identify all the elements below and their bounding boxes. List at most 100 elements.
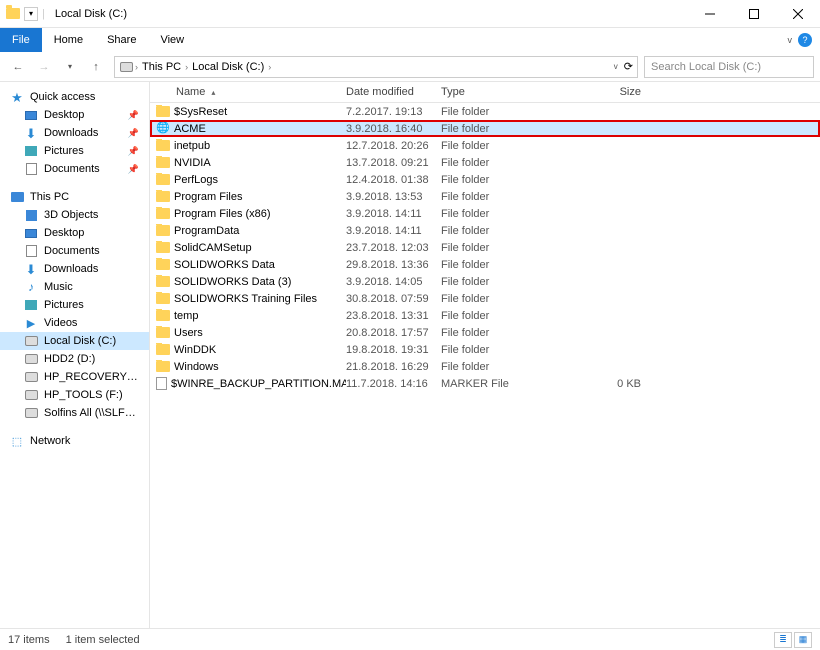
doc-icon xyxy=(24,244,38,258)
file-row[interactable]: SolidCAMSetup23.7.2018. 12:03File folder xyxy=(150,239,820,256)
column-name[interactable]: Name ▴ xyxy=(156,86,346,98)
file-type: File folder xyxy=(441,344,591,356)
minimize-button[interactable] xyxy=(688,0,732,28)
sidebar-item[interactable]: HP_TOOLS (F:) xyxy=(0,386,149,404)
sidebar-item[interactable]: Documents📌 xyxy=(0,160,149,178)
file-row[interactable]: Users20.8.2018. 17:57File folder xyxy=(150,324,820,341)
file-row[interactable]: Program Files (x86)3.9.2018. 14:11File f… xyxy=(150,205,820,222)
column-size[interactable]: Size xyxy=(591,86,651,98)
sidebar-item[interactable]: ⬇Downloads📌 xyxy=(0,124,149,142)
file-row[interactable]: WinDDK19.8.2018. 19:31File folder xyxy=(150,341,820,358)
sidebar-item[interactable]: Pictures xyxy=(0,296,149,314)
back-button[interactable]: ← xyxy=(6,55,30,79)
file-row[interactable]: SOLIDWORKS Training Files30.8.2018. 07:5… xyxy=(150,290,820,307)
column-modified[interactable]: Date modified xyxy=(346,86,441,98)
up-button[interactable]: ↑ xyxy=(84,55,108,79)
breadcrumb[interactable]: › This PC › Local Disk (C:) › v ⟳ xyxy=(114,56,638,78)
help-icon[interactable]: ? xyxy=(798,33,812,47)
folder-icon xyxy=(156,105,170,119)
folder-icon xyxy=(156,258,170,272)
sidebar-item[interactable]: HDD2 (D:) xyxy=(0,350,149,368)
sidebar-item-label: HP_RECOVERY (E:) xyxy=(44,371,139,383)
sidebar-item-label: Local Disk (C:) xyxy=(44,335,139,347)
menu-home[interactable]: Home xyxy=(42,28,95,52)
file-row[interactable]: PerfLogs12.4.2018. 01:38File folder xyxy=(150,171,820,188)
maximize-button[interactable] xyxy=(732,0,776,28)
sidebar-item[interactable]: Local Disk (C:) xyxy=(0,332,149,350)
sidebar-item-label: Downloads xyxy=(44,263,139,275)
file-type: File folder xyxy=(441,327,591,339)
search-input[interactable]: Search Local Disk (C:) xyxy=(644,56,814,78)
view-details-button[interactable]: ≣ xyxy=(774,632,792,648)
folder-icon xyxy=(156,156,170,170)
folder-icon xyxy=(156,224,170,238)
sidebar-item[interactable]: Desktop 📌 xyxy=(0,106,149,124)
star-icon: ★ xyxy=(10,90,24,104)
file-row[interactable]: temp23.8.2018. 13:31File folder xyxy=(150,307,820,324)
status-item-count: 17 items xyxy=(8,634,50,646)
file-row[interactable]: SOLIDWORKS Data29.8.2018. 13:36File fold… xyxy=(150,256,820,273)
file-name: ACME xyxy=(174,123,206,135)
file-row[interactable]: Windows21.8.2018. 16:29File folder xyxy=(150,358,820,375)
sidebar-item[interactable]: Pictures📌 xyxy=(0,142,149,160)
sidebar-quick-access[interactable]: ★ Quick access xyxy=(0,88,149,106)
refresh-icon[interactable]: ⟳ xyxy=(624,60,633,73)
file-name: Program Files xyxy=(174,191,242,203)
sidebar-item[interactable]: Desktop xyxy=(0,224,149,242)
folder-icon xyxy=(156,207,170,221)
file-modified: 30.8.2018. 07:59 xyxy=(346,293,441,305)
file-row[interactable]: Program Files3.9.2018. 13:53File folder xyxy=(150,188,820,205)
file-type: File folder xyxy=(441,157,591,169)
folder-icon xyxy=(156,292,170,306)
chevron-right-icon: › xyxy=(185,62,188,72)
sidebar-item[interactable]: HP_RECOVERY (E:) xyxy=(0,368,149,386)
recent-dropdown[interactable]: ▾ xyxy=(58,55,82,79)
chevron-down-icon[interactable]: v xyxy=(788,35,793,45)
sidebar-item-label: Videos xyxy=(44,317,139,329)
sidebar-item[interactable]: 3D Objects xyxy=(0,206,149,224)
sidebar-item[interactable]: Documents xyxy=(0,242,149,260)
sidebar-item[interactable]: ⬇Downloads xyxy=(0,260,149,278)
forward-button[interactable]: → xyxy=(32,55,56,79)
view-icons-button[interactable]: ▦ xyxy=(794,632,812,648)
column-type[interactable]: Type xyxy=(441,86,591,98)
file-modified: 3.9.2018. 16:40 xyxy=(346,123,441,135)
sidebar-item-label: Desktop xyxy=(44,227,139,239)
sidebar-this-pc[interactable]: This PC xyxy=(0,188,149,206)
file-modified: 19.8.2018. 19:31 xyxy=(346,344,441,356)
sidebar-item[interactable]: Solfins All (\\SLFVIR xyxy=(0,404,149,422)
file-list-pane: Name ▴ Date modified Type Size $SysReset… xyxy=(150,82,820,628)
dropdown-icon[interactable]: ▾ xyxy=(24,7,38,21)
sidebar: ★ Quick access Desktop📌⬇Downloads📌Pictur… xyxy=(0,82,150,628)
file-type: File folder xyxy=(441,293,591,305)
file-row[interactable]: $WINRE_BACKUP_PARTITION.MARKER11.7.2018.… xyxy=(150,375,820,392)
file-row[interactable]: SOLIDWORKS Data (3)3.9.2018. 14:05File f… xyxy=(150,273,820,290)
pin-icon: 📌 xyxy=(128,110,139,121)
crumb-location[interactable]: Local Disk (C:) xyxy=(190,61,266,73)
sidebar-item-label: Desktop xyxy=(44,109,122,121)
close-button[interactable] xyxy=(776,0,820,28)
file-row[interactable]: NVIDIA13.7.2018. 09:21File folder xyxy=(150,154,820,171)
sidebar-item[interactable]: ♪Music xyxy=(0,278,149,296)
sidebar-item[interactable]: ▶Videos xyxy=(0,314,149,332)
file-modified: 21.8.2018. 16:29 xyxy=(346,361,441,373)
title-bar: ▾ | Local Disk (C:) xyxy=(0,0,820,28)
sort-indicator-icon: ▴ xyxy=(211,88,215,97)
file-row[interactable]: $SysReset7.2.2017. 19:13File folder xyxy=(150,103,820,120)
file-type: File folder xyxy=(441,276,591,288)
file-row[interactable]: ProgramData3.9.2018. 14:11File folder xyxy=(150,222,820,239)
menu-file[interactable]: File xyxy=(0,28,42,52)
menu-share[interactable]: Share xyxy=(95,28,148,52)
menu-view[interactable]: View xyxy=(148,28,196,52)
status-bar: 17 items 1 item selected ≣ ▦ xyxy=(0,628,820,650)
file-row[interactable]: inetpub12.7.2018. 20:26File folder xyxy=(150,137,820,154)
file-row[interactable]: 🌐ACME3.9.2018. 16:40File folder xyxy=(150,120,820,137)
pc-icon xyxy=(10,190,24,204)
crumb-thispc[interactable]: This PC xyxy=(140,61,183,73)
disk-icon xyxy=(119,60,133,74)
folder-icon xyxy=(156,275,170,289)
file-name: $WINRE_BACKUP_PARTITION.MARKER xyxy=(171,378,346,390)
sidebar-network[interactable]: ⬚ Network xyxy=(0,432,149,450)
sidebar-item-label: Music xyxy=(44,281,139,293)
chevron-down-icon[interactable]: v xyxy=(614,62,618,71)
